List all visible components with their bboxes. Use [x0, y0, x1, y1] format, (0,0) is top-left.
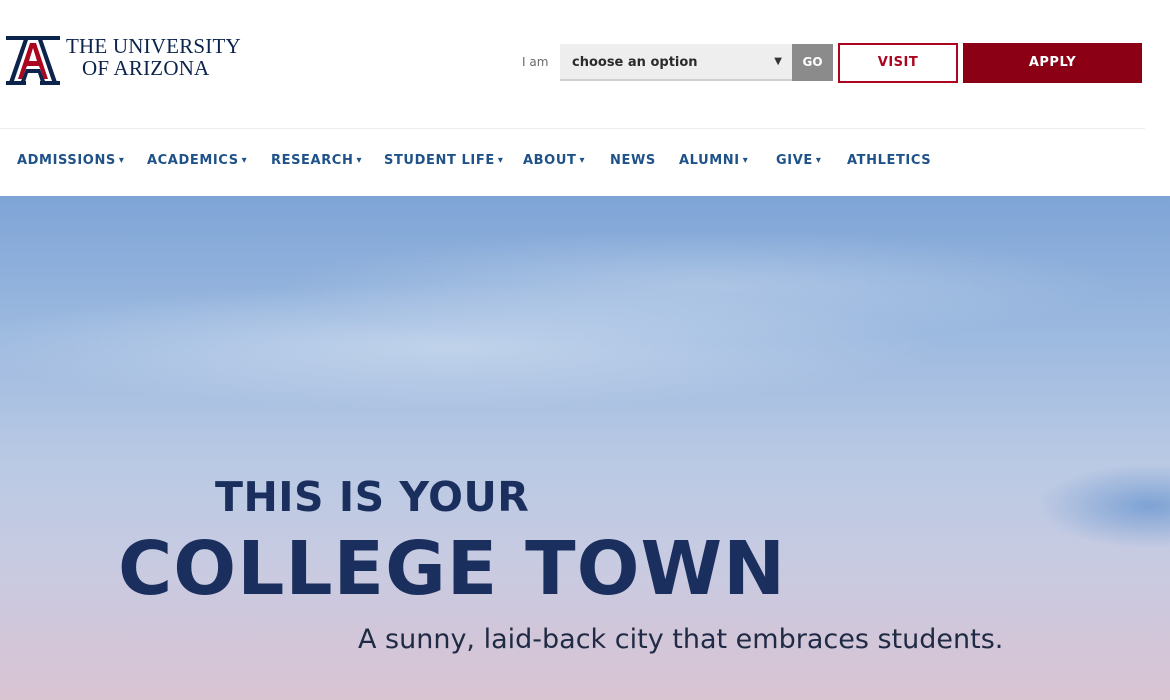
nav-item-news[interactable]: NEWS	[610, 153, 656, 168]
nav-item-label: ADMISSIONS	[17, 153, 116, 168]
caret-down-icon: ▾	[742, 155, 749, 166]
caret-down-icon: ▾	[497, 155, 504, 166]
logo-line-1: THE UNIVERSITY	[66, 34, 241, 58]
visit-button[interactable]: VISIT	[838, 43, 958, 83]
hero-banner: THIS IS YOUR COLLEGE TOWN A sunny, laid-…	[0, 196, 1170, 700]
hero-subtitle: A sunny, laid-back city that embraces st…	[358, 624, 1004, 655]
nav-item-label: ABOUT	[523, 153, 577, 168]
hero-headline-line-2: COLLEGE TOWN	[118, 526, 787, 612]
iam-label: I am	[522, 55, 549, 69]
nav-item-student-life[interactable]: STUDENT LIFE ▾	[384, 153, 503, 168]
nav-item-academics[interactable]: ACADEMICS ▾	[147, 153, 247, 168]
site-header: THE UNIVERSITY OF ARIZONA I am choose an…	[0, 0, 1170, 128]
nav-item-label: GIVE	[776, 153, 813, 168]
main-nav: ADMISSIONS ▾ ACADEMICS ▾ RESEARCH ▾ STUDENT…	[0, 129, 1170, 196]
caret-down-icon: ▼	[774, 56, 782, 67]
audience-select[interactable]: choose an option ▼	[560, 44, 792, 81]
caret-down-icon: ▾	[579, 155, 586, 166]
caret-down-icon: ▾	[356, 155, 363, 166]
caret-down-icon: ▾	[118, 155, 125, 166]
nav-item-label: NEWS	[610, 153, 656, 168]
logo-wordmark: THE UNIVERSITY OF ARIZONA	[66, 35, 241, 79]
nav-item-admissions[interactable]: ADMISSIONS ▾	[17, 153, 125, 168]
nav-item-about[interactable]: ABOUT ▾	[523, 153, 585, 168]
audience-select-value: choose an option	[572, 55, 698, 70]
logo-line-2: OF ARIZONA	[82, 56, 210, 80]
nav-item-label: ATHLETICS	[847, 153, 932, 168]
nav-item-label: RESEARCH	[271, 153, 354, 168]
university-logo[interactable]: THE UNIVERSITY OF ARIZONA	[6, 34, 241, 86]
block-a-logo-icon	[6, 36, 60, 85]
caret-down-icon: ▾	[241, 155, 248, 166]
nav-item-alumni[interactable]: ALUMNI ▾	[679, 153, 748, 168]
nav-item-label: STUDENT LIFE	[384, 153, 495, 168]
nav-item-research[interactable]: RESEARCH ▾	[271, 153, 362, 168]
nav-item-give[interactable]: GIVE ▾	[776, 153, 821, 168]
nav-item-athletics[interactable]: ATHLETICS	[847, 153, 931, 168]
nav-item-label: ACADEMICS	[147, 153, 239, 168]
nav-item-label: ALUMNI	[679, 153, 740, 168]
hero-headline-line-1: THIS IS YOUR	[215, 473, 530, 521]
apply-button[interactable]: APPLY	[963, 43, 1142, 83]
go-button[interactable]: GO	[792, 44, 833, 81]
caret-down-icon: ▾	[815, 155, 822, 166]
